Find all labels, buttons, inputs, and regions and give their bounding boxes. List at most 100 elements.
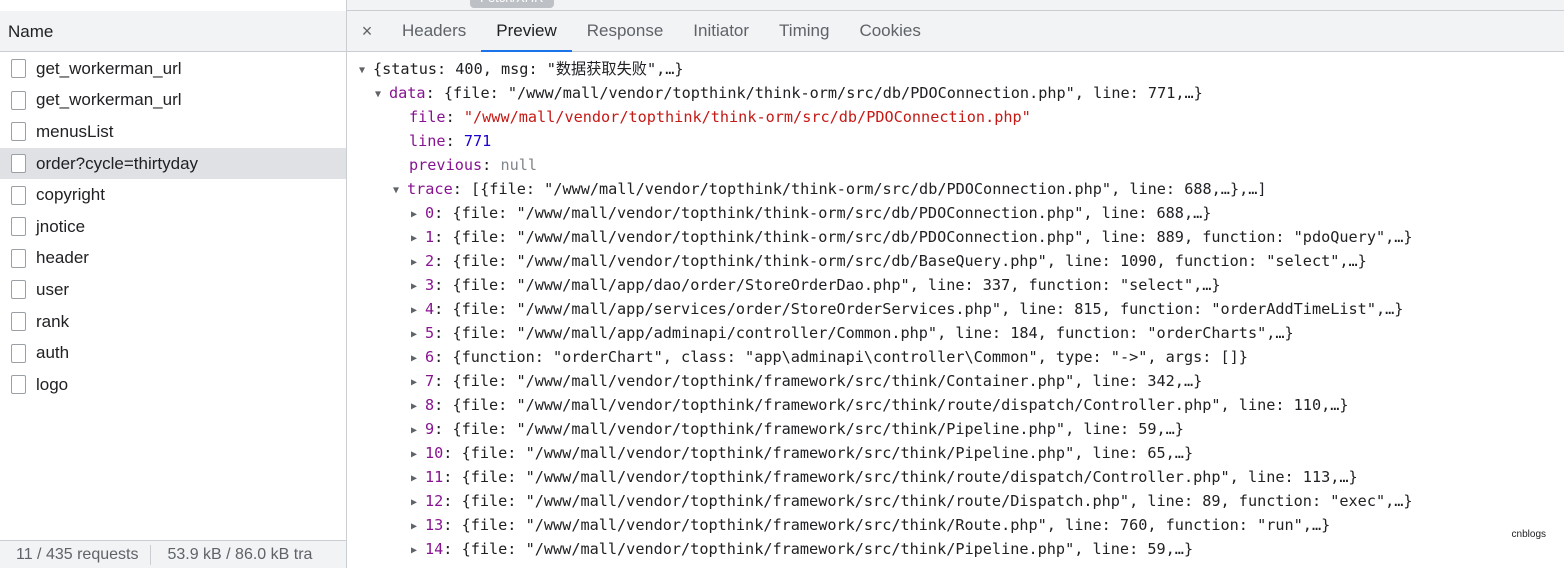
request-name: get_workerman_url [36,90,182,110]
trace-item-summary: {file: "/www/mall/vendor/topthink/framew… [452,396,1349,414]
trace-item-row[interactable]: ▶ 7: {file: "/www/mall/vendor/topthink/fr… [347,369,1564,393]
expand-triangle-icon[interactable]: ▶ [411,395,425,419]
document-icon [11,154,26,174]
request-row[interactable]: header [0,243,346,275]
expand-triangle-icon[interactable]: ▼ [393,179,407,203]
json-data-summary: {file: "/www/mall/vendor/topthink/think-… [443,84,1203,102]
trace-item-row[interactable]: ▶ 3: {file: "/www/mall/app/dao/order/Stor… [347,273,1564,297]
expand-triangle-icon[interactable]: ▶ [411,371,425,395]
expand-triangle-icon[interactable]: ▶ [411,491,425,515]
trace-item-summary: {file: "/www/mall/app/dao/order/StoreOrd… [452,276,1221,294]
trace-item-summary: {file: "/www/mall/vendor/topthink/think-… [452,204,1212,222]
request-row[interactable]: auth [0,337,346,369]
name-column-header[interactable]: Name [0,11,346,52]
trace-item-row[interactable]: ▶ 14: {file: "/www/mall/vendor/topthink/f… [347,537,1564,561]
json-trace-summary: [{file: "/www/mall/vendor/topthink/think… [471,180,1267,198]
trace-item-summary: {file: "/www/mall/vendor/topthink/framew… [461,540,1194,558]
trace-item-row[interactable]: ▶ 8: {file: "/www/mall/vendor/topthink/fr… [347,393,1564,417]
request-row[interactable]: get_workerman_url [0,85,346,117]
expand-triangle-icon[interactable]: ▶ [411,227,425,251]
trace-item-row[interactable]: ▶ 2: {file: "/www/mall/vendor/topthink/th… [347,249,1564,273]
trace-index: 7 [425,372,435,390]
expand-triangle-icon[interactable]: ▼ [359,59,373,83]
trace-item-row[interactable]: ▶ 12: {file: "/www/mall/vendor/topthink/f… [347,489,1564,513]
expand-triangle-icon[interactable]: ▶ [411,347,425,371]
trace-item-row[interactable]: ▶ 9: {file: "/www/mall/vendor/topthink/fr… [347,417,1564,441]
document-icon [11,122,26,142]
request-name: copyright [36,185,105,205]
tab-timing[interactable]: Timing [764,11,844,51]
request-row[interactable]: menusList [0,116,346,148]
json-key: trace [407,180,453,198]
trace-item-summary: {file: "/www/mall/vendor/topthink/framew… [461,468,1358,486]
trace-item-row[interactable]: ▶ 13: {file: "/www/mall/vendor/topthink/f… [347,513,1564,537]
json-root-row[interactable]: ▼ {status: 400, msg: "数据获取失败",…} [347,57,1564,81]
trace-item-row[interactable]: ▶ 6: {function: "orderChart", class: "app… [347,345,1564,369]
document-icon [11,185,26,205]
json-trace-row[interactable]: ▼ trace: [{file: "/www/mall/vendor/topthi… [347,177,1564,201]
tab-initiator[interactable]: Initiator [678,11,764,51]
document-icon [11,280,26,300]
trace-item-row[interactable]: ▶ 0: {file: "/www/mall/vendor/topthink/th… [347,201,1564,225]
watermark-text: cnblogs [1511,529,1546,540]
request-row[interactable]: rank [0,306,346,338]
request-row[interactable]: order?cycle=thirtyday [0,147,346,180]
trace-item-row[interactable]: ▶ 10: {file: "/www/mall/vendor/topthink/f… [347,441,1564,465]
trace-item-summary: {file: "/www/mall/vendor/topthink/framew… [452,420,1184,438]
trace-item-summary: {file: "/www/mall/vendor/topthink/framew… [461,444,1194,462]
json-null-value: null [500,156,538,174]
document-icon [11,59,26,79]
trace-item-row[interactable]: ▶ 1: {file: "/www/mall/vendor/topthink/th… [347,225,1564,249]
trace-item-row[interactable]: ▶ 4: {file: "/www/mall/app/services/order… [347,297,1564,321]
expand-triangle-icon[interactable]: ▶ [411,251,425,275]
request-name: rank [36,311,70,331]
tab-cookies[interactable]: Cookies [844,11,935,51]
expand-triangle-icon[interactable]: ▶ [411,203,425,227]
tab-response[interactable]: Response [572,11,679,51]
request-name: jnotice [36,216,86,236]
expand-triangle-icon[interactable]: ▶ [411,419,425,443]
expand-triangle-icon[interactable]: ▶ [411,299,425,323]
expand-triangle-icon[interactable]: ▶ [411,539,425,563]
close-icon[interactable]: × [347,11,387,51]
trace-index: 9 [425,420,435,438]
tab-headers[interactable]: Headers [387,11,481,51]
request-name: get_workerman_url [36,58,182,78]
request-row[interactable]: jnotice [0,211,346,243]
trace-index: 4 [425,300,435,318]
trace-index: 1 [425,228,435,246]
json-data-row[interactable]: ▼ data: {file: "/www/mall/vendor/topthink… [347,81,1564,105]
trace-item-row[interactable]: ▶ 11: {file: "/www/mall/vendor/topthink/f… [347,465,1564,489]
tab-preview[interactable]: Preview [481,11,573,52]
trace-item-summary: {file: "/www/mall/vendor/topthink/framew… [461,516,1331,534]
expand-triangle-icon[interactable]: ▼ [375,83,389,107]
request-name: menusList [36,121,114,141]
request-row[interactable]: user [0,274,346,306]
trace-item-summary: {function: "orderChart", class: "app\adm… [452,348,1248,366]
trace-index: 0 [425,204,435,222]
request-row[interactable]: logo [0,369,346,401]
details-panel: × Headers Preview Response Initiator Timing C… [347,11,1564,568]
request-row[interactable]: get_workerman_url [0,53,346,85]
json-root-summary: {status: 400, msg: "数据获取失败",…} [373,60,684,78]
request-row[interactable]: copyright [0,179,346,211]
json-preview: ▼ {status: 400, msg: "数据获取失败",…} ▼ data: {… [347,57,1564,561]
trace-index: 11 [425,468,444,486]
json-key: file [409,108,446,126]
request-name: header [36,248,89,268]
request-count: 11 / 435 requests [16,546,139,563]
json-string-value: "/www/mall/vendor/topthink/think-orm/src… [463,108,1031,126]
filter-chip-fetch-xhr[interactable]: Fetch/XHR [470,0,554,8]
trace-item-summary: {file: "/www/mall/vendor/topthink/framew… [461,492,1413,510]
document-icon [11,248,26,268]
trace-item-row[interactable]: ▶ 5: {file: "/www/mall/app/adminapi/contr… [347,321,1564,345]
trace-index: 13 [425,516,444,534]
expand-triangle-icon[interactable]: ▶ [411,515,425,539]
expand-triangle-icon[interactable]: ▶ [411,323,425,347]
json-number-value: 771 [463,132,492,150]
expand-triangle-icon[interactable]: ▶ [411,467,425,491]
trace-index: 2 [425,252,435,270]
json-key: previous [409,156,483,174]
expand-triangle-icon[interactable]: ▶ [411,275,425,299]
expand-triangle-icon[interactable]: ▶ [411,443,425,467]
